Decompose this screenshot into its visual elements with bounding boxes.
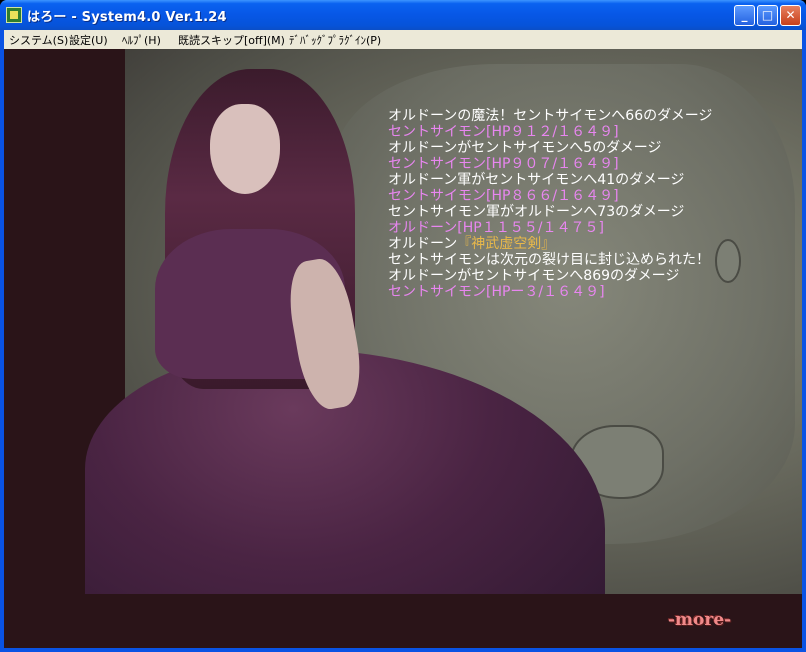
more-prompt[interactable]: -more- [668, 610, 731, 630]
log-line: オルドーン軍がセントサイモンへ41のダメージ [388, 172, 685, 188]
game-window: はろー - System4.0 Ver.1.24 _ □ ✕ システム(S) 設… [0, 0, 806, 652]
log-line: セントサイモンは次元の裂け目に封じ込められた！ [388, 252, 710, 268]
close-button[interactable]: ✕ [780, 5, 801, 26]
parchment-hole [715, 239, 741, 283]
log-actor: オルドーン [388, 236, 458, 252]
log-line: セントサイモン軍がオルドーンへ73のダメージ [388, 204, 685, 220]
log-line: オルドーンがセントサイモンへ5のダメージ [388, 140, 662, 156]
log-line: オルドーンの魔法！セントサイモンへ66のダメージ [388, 108, 713, 124]
menu-skip-read[interactable]: 既読スキップ[off](M) [178, 32, 285, 48]
game-screen[interactable]: オルドーンの魔法！セントサイモンへ66のダメージ セントサイモン[HP９１２/１… [4, 49, 802, 648]
log-line: セントサイモン[HPー３/１６４９] [388, 284, 605, 300]
menu-settings[interactable]: 設定(U) [69, 32, 108, 48]
battle-log: オルドーンの魔法！セントサイモンへ66のダメージ セントサイモン[HP９１２/１… [388, 108, 712, 300]
log-line: オルドーン『神武虚空剣』 [388, 236, 712, 252]
log-line: セントサイモン[HP９０７/１６４９] [388, 156, 619, 172]
menu-system[interactable]: システム(S) [9, 32, 68, 48]
app-icon[interactable] [6, 7, 22, 23]
maximize-button[interactable]: □ [757, 5, 778, 26]
character-face [210, 104, 280, 194]
log-skill-name: 『神武虚空剣』 [457, 236, 556, 252]
menu-debug-plugin[interactable]: ﾃﾞﾊﾞｯｸﾞﾌﾟﾗｸﾞｲﾝ(P) [289, 32, 381, 48]
window-title: はろー - System4.0 Ver.1.24 [27, 10, 227, 25]
title-bar[interactable]: はろー - System4.0 Ver.1.24 _ □ ✕ [0, 0, 806, 30]
menu-bar: システム(S) 設定(U) ﾍﾙﾌﾟ(H) 既読スキップ[off](M) ﾃﾞﾊ… [4, 30, 802, 49]
log-line: セントサイモン[HP９１２/１６４９] [388, 124, 619, 140]
minimize-button[interactable]: _ [734, 5, 755, 26]
log-line: オルドーンがセントサイモンへ869のダメージ [388, 268, 680, 284]
log-line: オルドーン[HP１１５５/１４７５] [388, 220, 604, 236]
log-line: セントサイモン[HP８６６/１６４９] [388, 188, 619, 204]
menu-help[interactable]: ﾍﾙﾌﾟ(H) [122, 32, 161, 48]
